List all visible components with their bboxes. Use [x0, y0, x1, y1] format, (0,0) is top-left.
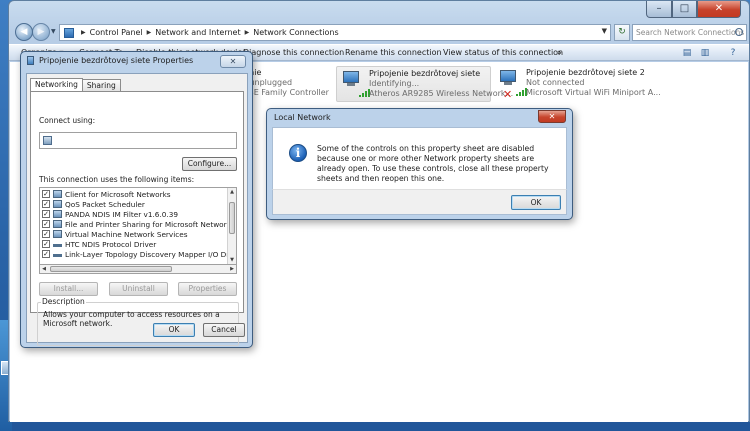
list-item[interactable]: ✓ HTC NDIS Protocol Driver [42, 239, 156, 249]
network-adapter-icon: ✕ [498, 70, 527, 100]
adapter-field [39, 132, 237, 149]
refresh-icon[interactable]: ↻ [614, 24, 630, 41]
checkbox[interactable]: ✓ [42, 230, 50, 238]
networking-tab-panel: Connect using: Configure... This connect… [30, 91, 244, 346]
connection-device: Atheros AR9285 Wireless Network... [369, 89, 514, 98]
scroll-right-icon[interactable]: ▶ [228, 265, 236, 273]
message-box-close-button[interactable]: ✕ [538, 110, 566, 123]
connection-status: Not connected [526, 78, 585, 87]
description-heading: Description [41, 297, 86, 306]
service-icon [53, 220, 62, 228]
configure-button[interactable]: Configure... [182, 157, 237, 171]
list-item[interactable]: ✓ File and Printer Sharing for Microsoft… [42, 219, 235, 229]
checkbox[interactable]: ✓ [42, 220, 50, 228]
chevron-right-icon[interactable]: ▶ [147, 29, 152, 36]
protocol-icon [53, 243, 62, 247]
search-icon[interactable] [735, 28, 743, 36]
message-box-body: i Some of the controls on this property … [272, 127, 567, 189]
scroll-up-icon[interactable]: ▲ [228, 188, 236, 196]
service-icon [53, 230, 62, 238]
chevron-right-icon[interactable]: ▶ [81, 29, 86, 36]
scroll-thumb[interactable] [50, 266, 172, 272]
horizontal-scrollbar[interactable]: ◀ ▶ [39, 265, 237, 274]
dialog-body: Networking Sharing Connect using: Config… [26, 73, 248, 346]
tab-sharing[interactable]: Sharing [81, 79, 121, 91]
back-button[interactable]: ◀ [15, 23, 33, 41]
protocol-icon [53, 253, 62, 257]
properties-dialog: Pripojenie bezdrôtovej siete Properties … [20, 51, 253, 348]
ok-button[interactable]: OK [153, 323, 195, 337]
network-adapter-icon [43, 136, 52, 145]
connection-device: GBE Family Controller [242, 88, 329, 97]
window-controls: – □ ✕ [646, 1, 741, 18]
disconnected-x-icon: ✕ [503, 88, 513, 101]
network-adapter-icon [341, 71, 370, 97]
connection-item-wireless-2[interactable]: ✕ Pripojenie bezdrôtovej siete 2 Not con… [494, 66, 664, 102]
items-label: This connection uses the following items… [39, 175, 195, 184]
preview-pane-icon[interactable]: ▥ [697, 46, 713, 60]
rename-button[interactable]: Rename this connection [345, 48, 442, 57]
cancel-button[interactable]: Cancel [203, 323, 245, 337]
message-ok-button[interactable]: OK [511, 195, 561, 210]
connection-item-wireless[interactable]: Pripojenie bezdrôtovej siete Identifying… [336, 66, 513, 102]
search-input[interactable]: Search Network Connections [632, 24, 747, 41]
breadcrumb-control-panel[interactable]: Control Panel [90, 28, 143, 37]
network-connection-icon [27, 56, 34, 65]
more-commands-button[interactable]: » [557, 48, 562, 57]
local-network-message-box: Local Network ✕ i Some of the controls o… [266, 108, 573, 220]
checkbox[interactable]: ✓ [42, 250, 50, 258]
connection-device: Microsoft Virtual WiFi Miniport A... [526, 88, 661, 97]
connection-items-list[interactable]: ✓ Client for Microsoft Networks ✓ QoS Pa… [39, 187, 237, 265]
list-item[interactable]: ✓ Link-Layer Topology Discovery Mapper I… [42, 249, 236, 259]
info-icon: i [289, 144, 307, 162]
control-panel-icon [64, 27, 74, 38]
scroll-down-icon[interactable]: ▼ [228, 256, 236, 264]
recent-pages-dropdown-icon[interactable]: ▼ [51, 28, 56, 35]
dialog-title: Pripojenie bezdrôtovej siete Properties [27, 56, 193, 65]
close-button[interactable]: ✕ [697, 1, 741, 18]
checkbox[interactable]: ✓ [42, 210, 50, 218]
checkbox[interactable]: ✓ [42, 190, 50, 198]
help-icon[interactable]: ? [725, 46, 741, 60]
message-box-title: Local Network [274, 113, 331, 122]
message-box-footer: OK [272, 189, 567, 215]
connect-using-label: Connect using: [39, 116, 96, 125]
service-icon [53, 200, 62, 208]
address-bar[interactable]: ▶ Control Panel ▶ Network and Internet ▶… [59, 24, 611, 41]
tab-networking[interactable]: Networking [30, 78, 83, 91]
connection-status: Identifying... [369, 79, 420, 88]
forward-button[interactable]: ▶ [32, 23, 50, 41]
scroll-left-icon[interactable]: ◀ [40, 265, 48, 273]
dialog-close-button[interactable]: ✕ [220, 55, 246, 68]
install-button[interactable]: Install... [39, 282, 98, 296]
connection-status: e unplugged [242, 78, 293, 87]
chevron-right-icon[interactable]: ▶ [245, 29, 250, 36]
maximize-button[interactable]: □ [672, 1, 697, 18]
connection-name: Pripojenie bezdrôtovej siete 2 [526, 68, 645, 77]
scroll-thumb[interactable] [229, 202, 235, 234]
checkbox[interactable]: ✓ [42, 240, 50, 248]
minimize-button[interactable]: – [646, 1, 672, 18]
list-item[interactable]: ✓ Virtual Machine Network Services [42, 229, 188, 239]
search-placeholder: Search Network Connections [636, 28, 745, 37]
address-history-dropdown-icon[interactable]: ▼ [602, 27, 607, 35]
change-view-icon[interactable]: ▤ [679, 46, 695, 60]
address-row: ◀ ▶ ▼ ▶ Control Panel ▶ Network and Inte… [9, 23, 749, 43]
breadcrumb-network-connections[interactable]: Network Connections [253, 28, 338, 37]
client-icon [53, 190, 62, 198]
uninstall-button[interactable]: Uninstall [109, 282, 168, 296]
diagnose-button[interactable]: Diagnose this connection [243, 48, 344, 57]
list-item[interactable]: ✓ QoS Packet Scheduler [42, 199, 145, 209]
list-item[interactable]: ✓ PANDA NDIS IM Filter v1.6.0.39 [42, 209, 178, 219]
checkbox[interactable]: ✓ [42, 200, 50, 208]
list-item[interactable]: ✓ Client for Microsoft Networks [42, 189, 171, 199]
connection-name: ienie [242, 68, 329, 78]
connection-name: Pripojenie bezdrôtovej siete [369, 69, 481, 78]
vertical-scrollbar[interactable]: ▲ ▼ [227, 188, 236, 264]
message-text: Some of the controls on this property sh… [317, 144, 549, 183]
view-status-button[interactable]: View status of this connection [443, 48, 563, 57]
properties-button[interactable]: Properties [178, 282, 237, 296]
breadcrumb-network-and-internet[interactable]: Network and Internet [155, 28, 240, 37]
service-icon [53, 210, 62, 218]
